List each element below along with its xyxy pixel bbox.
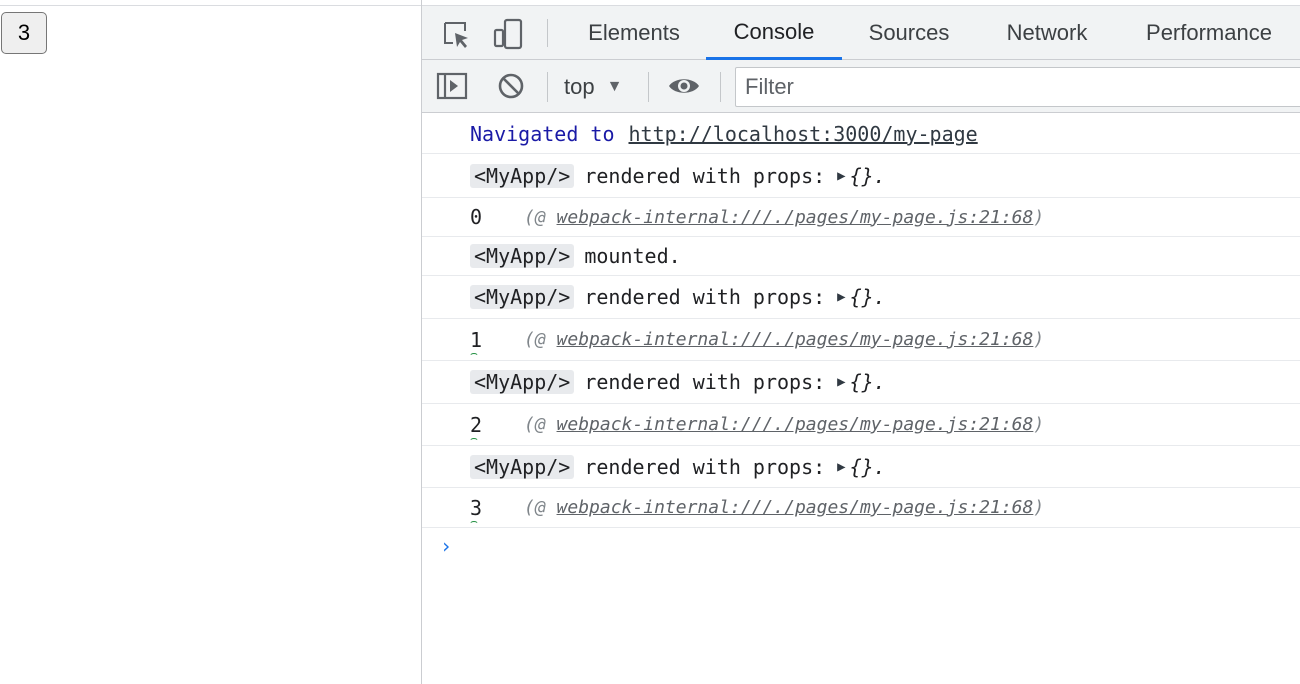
toolbar-separator-1 <box>547 72 548 102</box>
toolbar-separator-2 <box>648 72 649 102</box>
log-value: 3 ⌢ <box>470 495 483 528</box>
tab-sources[interactable]: Sources <box>846 6 972 60</box>
tab-bar-separator <box>547 19 548 47</box>
component-tag: <MyApp/> <box>470 163 575 188</box>
source-link[interactable]: webpack-internal:///./pages/my-page.js:2… <box>557 497 1034 518</box>
navigated-url-link[interactable]: http://localhost:3000/my-page <box>629 122 978 146</box>
log-value: 1 ⌢ <box>470 327 483 360</box>
tab-console[interactable]: Console <box>706 6 842 60</box>
component-tag: <MyApp/> <box>470 370 575 394</box>
rendered-text: rendered with props: <box>584 454 826 479</box>
log-value: 2 ⌢ <box>470 412 483 445</box>
devtools-tab-bar: Elements Console Sources Network Perform… <box>422 5 1300 60</box>
context-value: top <box>564 73 595 99</box>
filter-input[interactable] <box>735 67 1300 107</box>
device-toolbar-icon[interactable] <box>490 16 526 52</box>
counter-button[interactable]: 3 <box>1 12 47 54</box>
navigated-text: Navigated to <box>470 121 615 146</box>
console-render-message: <MyApp/> rendered with props: ▶ {}. <box>422 361 1300 404</box>
inspect-element-icon[interactable] <box>438 16 474 52</box>
expand-triangle-icon[interactable]: ▶ <box>837 374 845 390</box>
source-link[interactable]: webpack-internal:///./pages/my-page.js:2… <box>557 414 1034 435</box>
tab-performance[interactable]: Performance <box>1122 6 1296 60</box>
component-tag: <MyApp/> <box>470 454 575 479</box>
component-tag: <MyApp/> <box>470 285 575 309</box>
console-log-message: 0 (@ webpack-internal:///./pages/my-page… <box>422 198 1300 237</box>
source-location: (@ webpack-internal:///./pages/my-page.j… <box>524 497 1045 518</box>
log-value: 0 <box>470 205 483 229</box>
console-toolbar: top ▼ <box>422 60 1300 113</box>
console-prompt-icon[interactable]: › <box>440 534 452 558</box>
context-select[interactable]: top ▼ <box>564 60 622 113</box>
expand-triangle-icon[interactable]: ▶ <box>837 168 845 184</box>
squiggle-underline-icon: ⌢ <box>470 513 478 528</box>
source-link[interactable]: webpack-internal:///./pages/my-page.js:2… <box>557 207 1034 228</box>
tab-network[interactable]: Network <box>982 6 1112 60</box>
source-location: (@ webpack-internal:///./pages/my-page.j… <box>524 414 1045 435</box>
expand-triangle-icon[interactable]: ▶ <box>837 459 845 475</box>
dropdown-arrow-icon: ▼ <box>606 77 623 95</box>
rendered-text: rendered with props: <box>584 163 826 188</box>
rendered-text: rendered with props: <box>584 370 826 394</box>
squiggle-underline-icon: ⌢ <box>470 430 478 445</box>
tab-elements[interactable]: Elements <box>566 6 702 60</box>
component-tag: <MyApp/> <box>470 244 575 268</box>
console-render-message: <MyApp/> rendered with props: ▶ {}. <box>422 154 1300 198</box>
page-viewport: 3 <box>0 0 421 684</box>
console-messages: Navigated to http://localhost:3000/my-pa… <box>422 114 1300 558</box>
source-location: (@ webpack-internal:///./pages/my-page.j… <box>524 206 1045 228</box>
console-nav-message: Navigated to http://localhost:3000/my-pa… <box>422 114 1300 154</box>
console-mounted-message: <MyApp/> mounted. <box>422 237 1300 276</box>
page-top-border <box>0 5 421 6</box>
console-log-message: 1 ⌢ (@ webpack-internal:///./pages/my-pag… <box>422 319 1300 361</box>
expand-triangle-icon[interactable]: ▶ <box>837 289 845 305</box>
console-log-message: 2 ⌢ (@ webpack-internal:///./pages/my-pag… <box>422 404 1300 446</box>
squiggle-underline-icon: ⌢ <box>470 345 478 360</box>
source-link[interactable]: webpack-internal:///./pages/my-page.js:2… <box>557 329 1034 350</box>
live-expression-icon[interactable] <box>666 68 702 104</box>
clear-console-icon[interactable] <box>493 68 529 104</box>
toolbar-separator-3 <box>720 72 721 102</box>
console-render-message: <MyApp/> rendered with props: ▶ {}. <box>422 446 1300 488</box>
props-object[interactable]: {}. <box>850 455 886 479</box>
rendered-text: rendered with props: <box>584 285 826 309</box>
mounted-text: mounted. <box>584 244 681 268</box>
show-sidebar-icon[interactable] <box>434 68 470 104</box>
console-log-message: 3 ⌢ (@ webpack-internal:///./pages/my-pag… <box>422 488 1300 528</box>
devtools-panel: Elements Console Sources Network Perform… <box>421 0 1300 684</box>
props-object[interactable]: {}. <box>850 285 886 309</box>
props-object[interactable]: {}. <box>850 370 886 394</box>
console-render-message: <MyApp/> rendered with props: ▶ {}. <box>422 276 1300 319</box>
props-object[interactable]: {}. <box>850 164 886 188</box>
source-location: (@ webpack-internal:///./pages/my-page.j… <box>524 329 1045 350</box>
